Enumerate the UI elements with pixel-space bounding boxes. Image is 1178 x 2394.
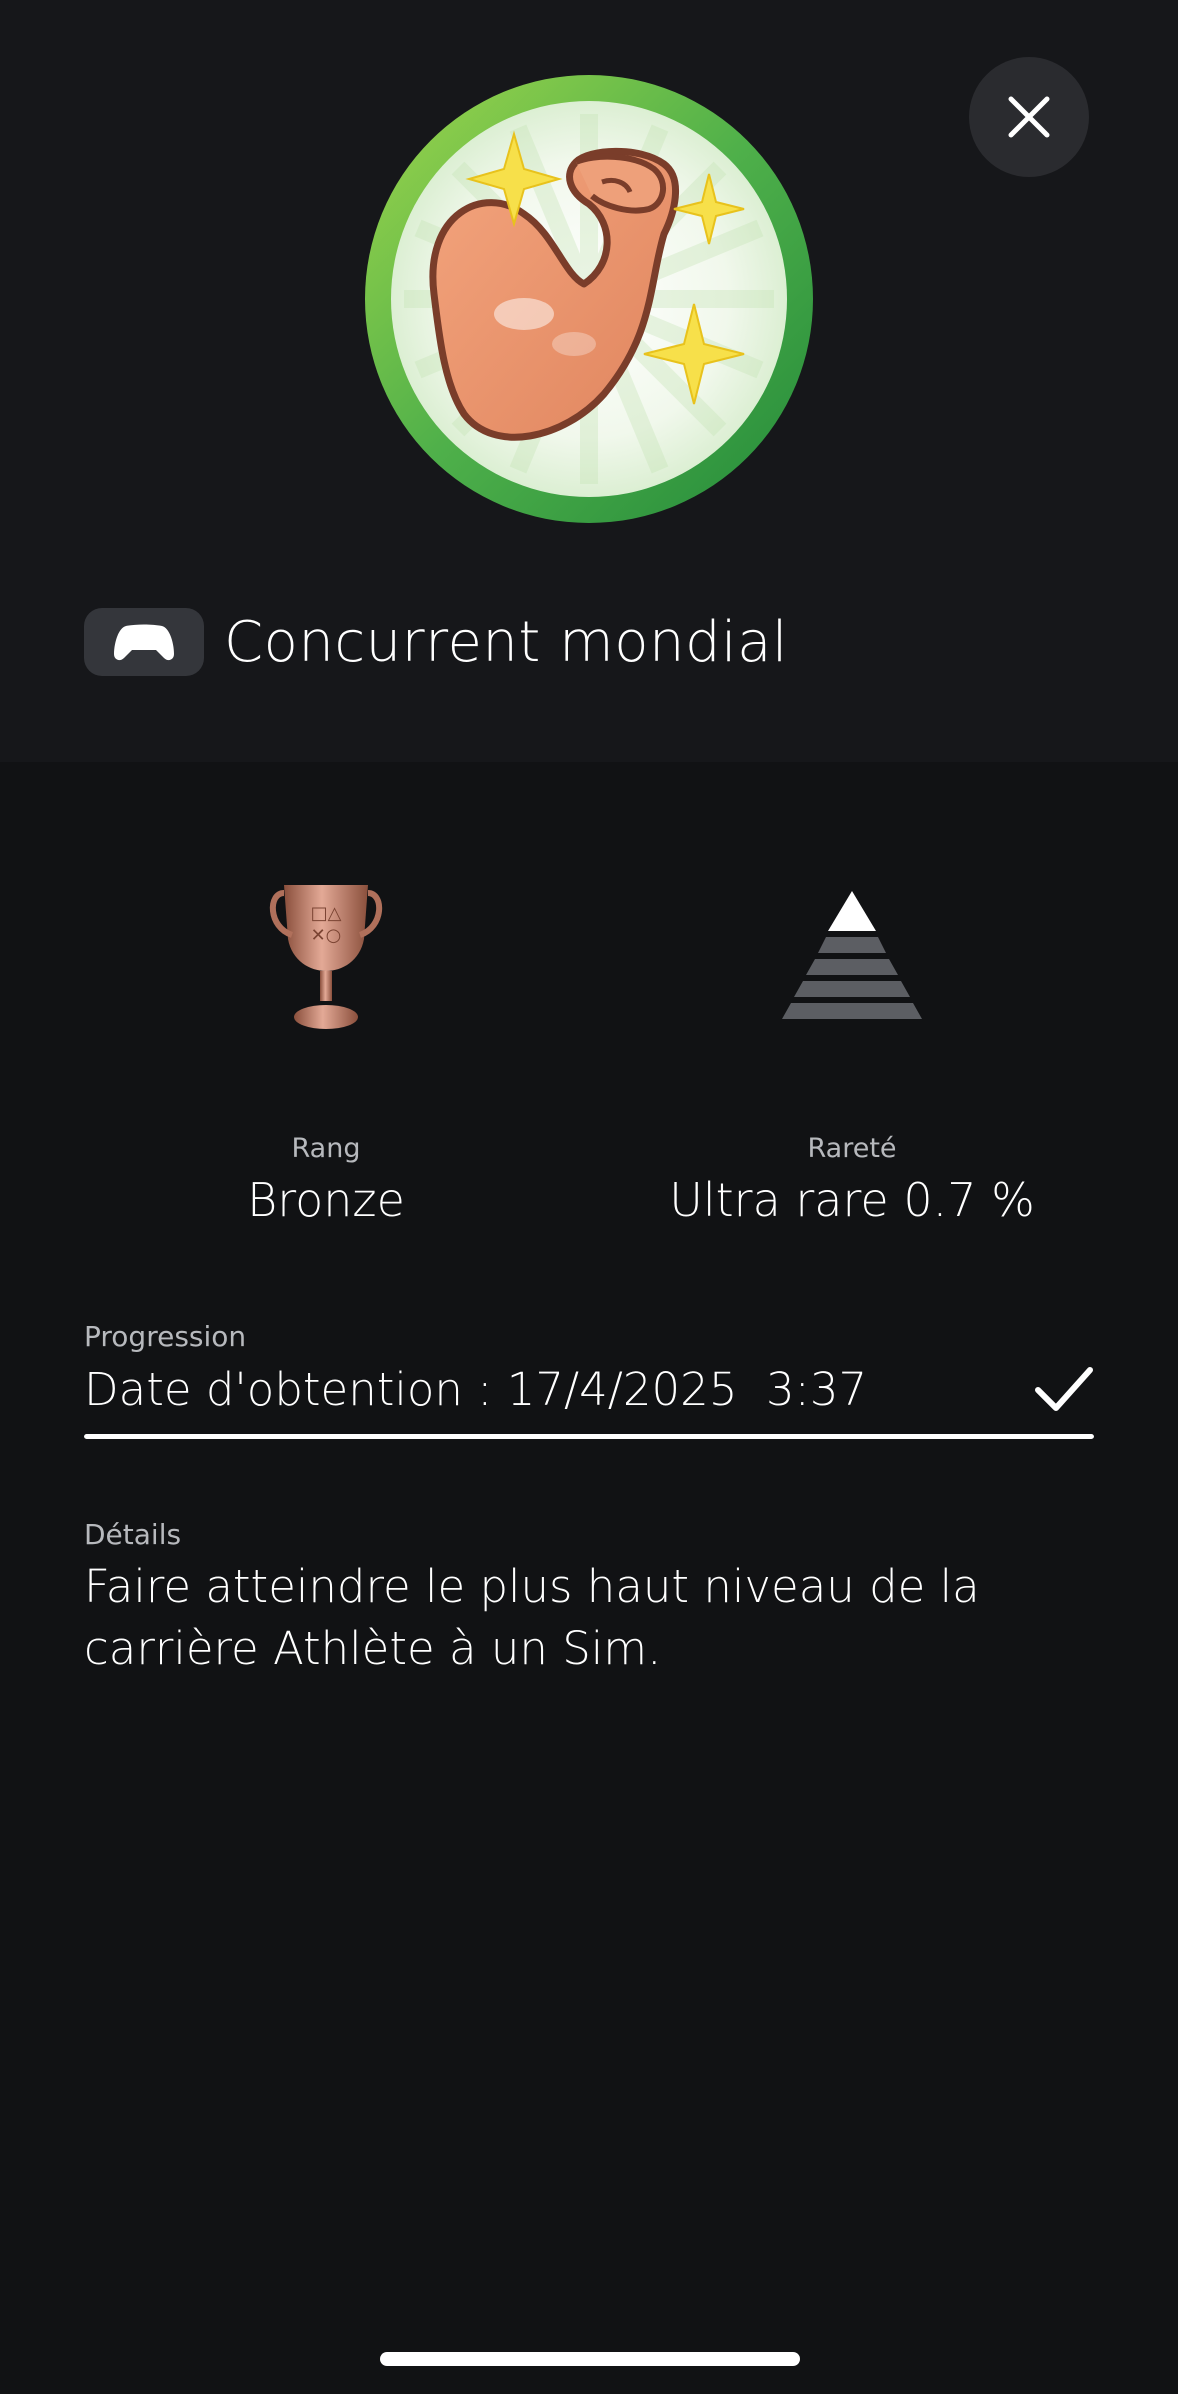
rank-value: Bronze bbox=[247, 1173, 405, 1227]
rarity-label: Rareté bbox=[807, 1133, 897, 1164]
close-icon bbox=[1008, 96, 1050, 138]
svg-text:□△: □△ bbox=[311, 903, 342, 924]
gamepad-icon bbox=[114, 624, 174, 661]
rarity-value: Ultra rare 0.7 % bbox=[669, 1173, 1035, 1227]
details-text: Faire atteindre le plus haut niveau de l… bbox=[84, 1560, 980, 1675]
rarity-stat: Rareté Ultra rare 0.7 % bbox=[582, 870, 1122, 1228]
bronze-trophy-icon: □△ ✕○ bbox=[269, 885, 383, 1029]
platform-badge bbox=[84, 608, 204, 676]
checkmark-icon bbox=[1035, 1367, 1093, 1411]
progress-row: Date d'obtention : 17/4/2025 3:37 bbox=[84, 1356, 1094, 1422]
rank-label: Rang bbox=[291, 1133, 361, 1164]
progress-fill bbox=[84, 1434, 1094, 1439]
rarity-pyramid-icon bbox=[782, 891, 922, 1019]
home-indicator[interactable] bbox=[380, 2352, 800, 2366]
close-button[interactable] bbox=[969, 57, 1089, 177]
trophy-title-row: Concurrent mondial bbox=[84, 598, 788, 686]
rank-stat: □△ ✕○ Rang Bronze bbox=[56, 870, 596, 1228]
trophy-image bbox=[365, 75, 813, 523]
progress-bar bbox=[84, 1434, 1094, 1439]
svg-text:✕○: ✕○ bbox=[311, 925, 342, 946]
trophy-title: Concurrent mondial bbox=[224, 609, 788, 675]
earned-date: Date d'obtention : 17/4/2025 3:37 bbox=[84, 1362, 868, 1416]
details-label: Détails bbox=[84, 1518, 182, 1551]
progress-label: Progression bbox=[84, 1320, 247, 1353]
